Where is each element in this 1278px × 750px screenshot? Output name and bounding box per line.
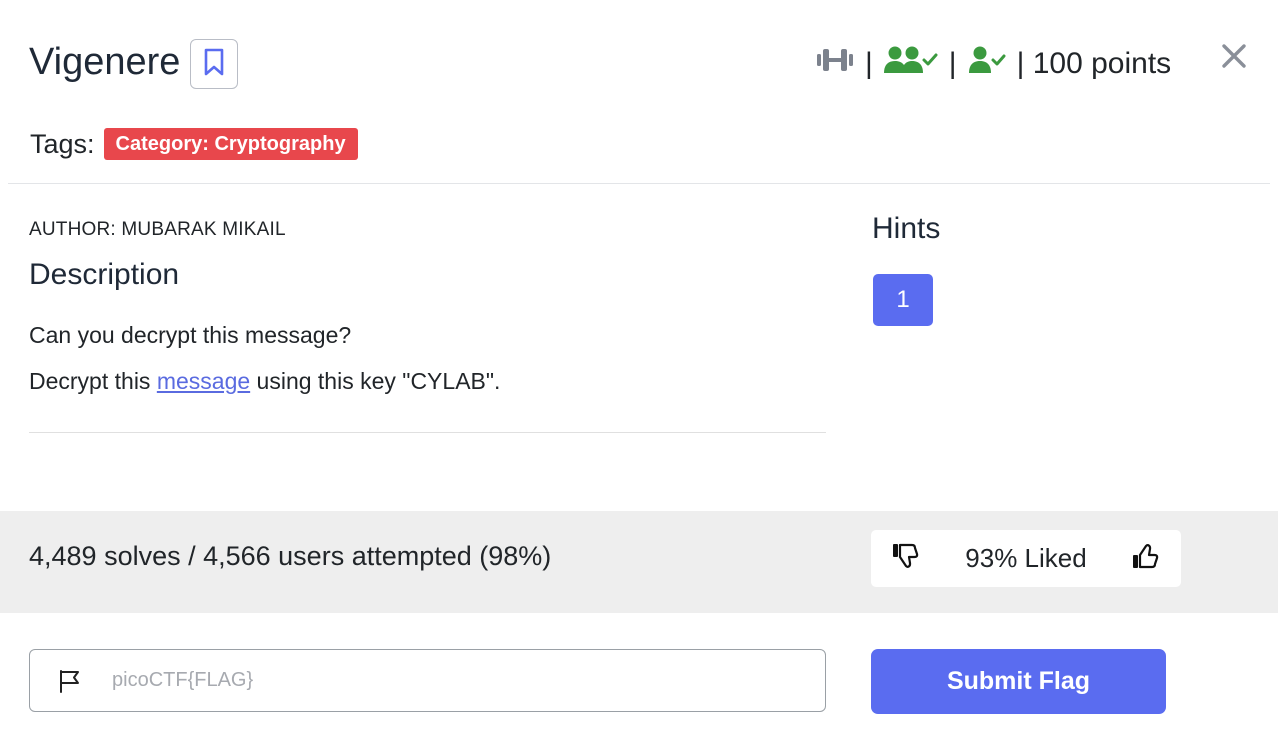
header-divider: [8, 183, 1270, 184]
description-text-after: using this key "CYLAB".: [250, 368, 501, 394]
user-check-icon: [967, 45, 1007, 83]
meta-separator: |: [948, 47, 957, 80]
description-heading: Description: [29, 258, 180, 291]
description-line-2: Decrypt this message using this key "CYL…: [29, 368, 500, 395]
likes-box: 93% Liked: [871, 530, 1181, 587]
flag-input-wrapper: [29, 649, 826, 712]
thumbs-down-icon[interactable]: [891, 542, 921, 575]
bookmark-button[interactable]: [190, 39, 238, 89]
message-link[interactable]: message: [157, 368, 250, 394]
close-button[interactable]: [1218, 42, 1250, 74]
challenge-meta: | | | 100 points: [815, 42, 1171, 86]
dumbbell-icon: [815, 47, 855, 81]
description-text-before: Decrypt this: [29, 368, 157, 394]
meta-separator: |: [865, 47, 873, 80]
category-tag[interactable]: Category: Cryptography: [103, 128, 358, 160]
points-label: | 100 points: [1016, 47, 1172, 80]
submit-flag-button[interactable]: Submit Flag: [871, 649, 1166, 714]
users-check-icon: [883, 45, 939, 83]
liked-percentage: 93% Liked: [965, 543, 1087, 573]
bookmark-icon: [203, 48, 225, 81]
challenge-title: Vigenere: [29, 41, 181, 83]
hint-button-1[interactable]: 1: [873, 274, 933, 326]
close-icon: [1221, 43, 1247, 74]
author-label: AUTHOR: MUBARAK MIKAIL: [29, 219, 286, 240]
tags-row: Tags: Category: Cryptography: [30, 128, 358, 160]
solves-count: 4,489 solves / 4,566 users attempted (98…: [29, 541, 552, 571]
description-divider: [29, 432, 826, 433]
hints-heading: Hints: [872, 212, 941, 245]
description-line-1: Can you decrypt this message?: [29, 322, 352, 348]
flag-input[interactable]: [110, 668, 825, 693]
tags-label: Tags:: [30, 128, 95, 159]
thumbs-up-icon[interactable]: [1131, 542, 1161, 575]
flag-icon: [30, 668, 110, 694]
